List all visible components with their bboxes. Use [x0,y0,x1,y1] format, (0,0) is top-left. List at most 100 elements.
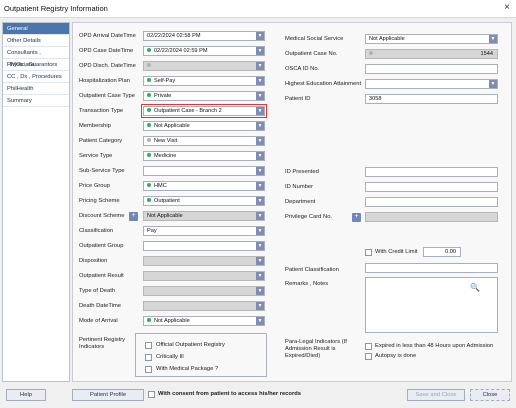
form-field[interactable] [365,64,498,74]
chevron-down-icon[interactable]: ▼ [256,317,264,325]
field-label: Patient Category [79,138,123,144]
form-field[interactable]: ▼ [365,79,498,89]
form-field[interactable]: ▼ [143,271,265,281]
chevron-down-icon[interactable]: ▼ [256,272,264,280]
form-field[interactable]: Outpatient Case - Branch 2 ▼ [141,104,267,118]
form-field[interactable]: ▼ [143,301,265,311]
close-button[interactable]: Close [470,389,510,401]
chevron-down-icon[interactable]: ▼ [256,257,264,265]
status-dot-icon [147,63,151,67]
add-icon[interactable]: + [129,212,138,221]
field-label: Price Group [79,183,110,189]
magnifier-icon: 🔍 [470,283,480,292]
sidebar-item[interactable]: CC , Dx , Procedures [3,71,69,83]
chevron-down-icon[interactable]: ▼ [256,137,264,145]
field-label: Patient ID [285,96,311,102]
credit-limit-field[interactable]: 0.00 [423,247,461,257]
form-field[interactable]: ▼ [143,61,265,71]
form-field[interactable]: New Visit ▼ [143,136,265,146]
form-field[interactable]: Not Applicable ▼ [143,316,265,326]
official-registry-checkbox[interactable] [145,342,152,349]
form-field[interactable]: Medicine ▼ [143,151,265,161]
sidebar-item[interactable]: PhilHealth [3,83,69,95]
chevron-down-icon[interactable]: ▼ [256,302,264,310]
consent-checkbox[interactable] [148,391,155,398]
status-dot-icon [147,78,151,82]
status-dot-icon [147,318,151,322]
field-label: OSCA ID No. [285,66,320,72]
chevron-down-icon[interactable]: ▼ [489,35,497,43]
field-value: Outpatient [154,198,180,204]
form-field[interactable]: Private ▼ [143,91,265,101]
chevron-down-icon[interactable]: ▼ [256,227,264,235]
chevron-down-icon[interactable]: ▼ [256,212,264,220]
field-label: ID Number [285,184,314,190]
field-label: Outpatient Case Type [79,93,135,99]
form-field[interactable]: ▼ [143,286,265,296]
form-field[interactable]: Self-Pay ▼ [143,76,265,86]
sidebar-item[interactable]: General [3,23,69,35]
medical-package-checkbox[interactable] [145,366,152,373]
status-dot-icon [147,48,151,52]
form-field[interactable] [365,212,498,222]
chevron-down-icon[interactable]: ▼ [256,122,264,130]
field-value: 02/22/2024 02:58 PM [147,33,201,39]
field-label: Outpatient Case No. [285,51,338,57]
field-label: Highest Education Attainment [285,81,362,87]
patient-profile-button[interactable]: Patient Profile [72,389,144,401]
form-field[interactable] [365,197,498,207]
form-field[interactable]: ▼ [143,256,265,266]
help-button[interactable]: Help [6,389,46,401]
sidebar-item[interactable]: HMOs , Guarantors [3,59,69,71]
form-field[interactable]: Not Applicable ▼ [143,121,265,131]
field-label: ID Presented [285,169,319,175]
form-field[interactable]: ▼ [143,166,265,176]
save-and-close-button[interactable]: Save and Close [407,389,465,401]
chevron-down-icon[interactable]: ▼ [256,287,264,295]
patient-classification-field[interactable] [365,263,498,273]
field-label: OPD Case DateTime [79,48,134,54]
form-field[interactable]: 1544 [365,49,498,59]
form-field[interactable]: Not Applicable ▼ [365,34,498,44]
sidebar-item[interactable]: Consultants , Physicians [3,47,69,68]
field-value: HMC [154,183,167,189]
remarks-textarea[interactable]: 🔍 [365,277,498,333]
form-field[interactable]: Not Applicable ▼ [143,211,265,221]
chevron-down-icon[interactable]: ▼ [256,152,264,160]
close-window-button[interactable]: × [504,2,510,13]
credit-limit-checkbox[interactable] [365,249,372,256]
chevron-down-icon[interactable]: ▼ [256,197,264,205]
status-dot-icon [147,108,151,112]
chevron-down-icon[interactable]: ▼ [256,182,264,190]
window-title: Outpatient Registry Information [4,4,108,13]
form-field[interactable] [365,167,498,177]
form-field[interactable]: 3058 [365,94,498,104]
form-field[interactable]: HMC ▼ [143,181,265,191]
field-label: Type of Death [79,288,116,294]
chevron-down-icon[interactable]: ▼ [256,107,264,115]
form-field[interactable]: ▼ [143,241,265,251]
add-icon[interactable]: + [352,213,361,222]
autopsy-checkbox[interactable] [365,353,372,360]
form-field[interactable]: 02/22/2024 02:58 PM ▼ [143,31,265,41]
form-field[interactable]: Pay ▼ [143,226,265,236]
sidebar-item[interactable]: Summary [3,95,69,107]
chevron-down-icon[interactable]: ▼ [256,77,264,85]
field-label: Hospitalization Plan [79,78,130,84]
chevron-down-icon[interactable]: ▼ [256,167,264,175]
sidebar-item[interactable]: Other Details [3,35,69,47]
chevron-down-icon[interactable]: ▼ [256,62,264,70]
form-field[interactable]: Outpatient ▼ [143,196,265,206]
expired-48h-checkbox[interactable] [365,343,372,350]
form-field[interactable]: 02/22/2024 02:59 PM ▼ [143,46,265,56]
critically-ill-label: Critically Ill [156,354,184,360]
critically-ill-checkbox[interactable] [145,354,152,361]
chevron-down-icon[interactable]: ▼ [256,32,264,40]
chevron-down-icon[interactable]: ▼ [489,80,497,88]
chevron-down-icon[interactable]: ▼ [256,47,264,55]
field-value: Not Applicable [369,36,405,42]
chevron-down-icon[interactable]: ▼ [256,92,264,100]
form-field[interactable] [365,182,498,192]
field-value: Outpatient Case - Branch 2 [154,108,222,114]
chevron-down-icon[interactable]: ▼ [256,242,264,250]
